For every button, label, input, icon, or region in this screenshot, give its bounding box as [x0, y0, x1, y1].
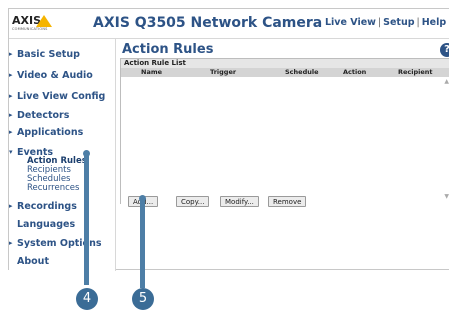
axis-logo[interactable]: AXIS COMMUNICATIONS — [12, 14, 64, 34]
chevron-down-icon: ▾ — [9, 148, 13, 156]
help-link[interactable]: Help — [422, 17, 446, 28]
sidebar-item-basic-setup[interactable]: ▸ Basic Setup — [9, 49, 80, 60]
modify-button[interactable]: Modify... — [220, 196, 259, 207]
remove-button[interactable]: Remove — [268, 196, 307, 207]
column-header-recipient[interactable]: Recipient — [398, 68, 433, 77]
column-header-trigger[interactable]: Trigger — [210, 68, 236, 77]
chevron-right-icon: ▸ — [9, 111, 13, 119]
sidebar-item-recordings[interactable]: ▸ Recordings — [9, 201, 77, 212]
chevron-right-icon: ▸ — [9, 50, 13, 58]
sidebar-item-languages[interactable]: Languages — [17, 219, 75, 230]
sidebar-item-label: Detectors — [17, 110, 70, 121]
chevron-right-icon: ▸ — [9, 128, 13, 136]
table-header-row: Name Trigger Schedule Action Recipient — [121, 68, 449, 77]
logo-triangle-icon — [36, 15, 52, 27]
sidebar-nav: ▸ Basic Setup ▸ Video & Audio ▸ Live View C… — [9, 39, 116, 271]
chevron-right-icon: ▸ — [9, 71, 13, 79]
scroll-up-icon[interactable]: ▲ — [444, 78, 449, 85]
sidebar-item-label: Applications — [17, 127, 84, 138]
sidebar-item-recurrences[interactable]: Recurrences — [27, 183, 79, 193]
sidebar-item-label: Video & Audio — [17, 70, 93, 81]
sidebar-item-applications[interactable]: ▸ Applications — [9, 127, 83, 138]
link-separator: | — [377, 17, 382, 28]
sidebar-item-video-audio[interactable]: ▸ Video & Audio — [9, 70, 93, 81]
header-bar: AXIS COMMUNICATIONS AXIS Q3505 Network C… — [9, 9, 449, 39]
help-icon[interactable]: ? — [440, 43, 449, 57]
sidebar-item-about[interactable]: About — [17, 256, 49, 267]
callout-4-line — [84, 154, 89, 285]
copy-button[interactable]: Copy... — [176, 196, 210, 207]
sidebar-item-live-view-config[interactable]: ▸ Live View Config — [9, 91, 105, 102]
logo-subtext: COMMUNICATIONS — [12, 27, 48, 31]
scroll-down-icon[interactable]: ▼ — [444, 193, 449, 200]
chevron-right-icon: ▸ — [9, 202, 13, 210]
sidebar-item-label: Basic Setup — [17, 49, 80, 60]
list-caption: Action Rule List — [121, 59, 449, 68]
chevron-right-icon: ▸ — [9, 239, 13, 247]
column-header-action[interactable]: Action — [343, 68, 366, 77]
column-header-name[interactable]: Name — [141, 68, 162, 77]
page-title: Action Rules — [122, 42, 214, 57]
link-separator: | — [416, 17, 420, 28]
sidebar-item-label: Live View Config — [17, 91, 106, 102]
callout-5-line — [140, 199, 145, 288]
sidebar-item-detectors[interactable]: ▸ Detectors — [9, 110, 69, 121]
main-content: Action Rules ? Action Rule List Name Tri… — [116, 39, 449, 271]
callout-badge-4: 4 — [76, 288, 98, 310]
column-header-schedule[interactable]: Schedule — [285, 68, 319, 77]
top-links: Live View | Setup | Help — [325, 17, 446, 28]
setup-link[interactable]: Setup — [383, 17, 414, 28]
list-body[interactable]: ▲ ▼ — [121, 77, 449, 204]
callout-badge-5: 5 — [132, 288, 154, 310]
product-title: AXIS Q3505 Network Camera — [93, 15, 323, 31]
live-view-link[interactable]: Live View — [325, 17, 376, 28]
camera-web-interface: AXIS COMMUNICATIONS AXIS Q3505 Network C… — [8, 8, 449, 271]
action-rule-list: Action Rule List Name Trigger Schedule A… — [120, 58, 449, 204]
chevron-right-icon: ▸ — [9, 92, 13, 100]
sidebar-item-label: Recordings — [17, 201, 77, 212]
